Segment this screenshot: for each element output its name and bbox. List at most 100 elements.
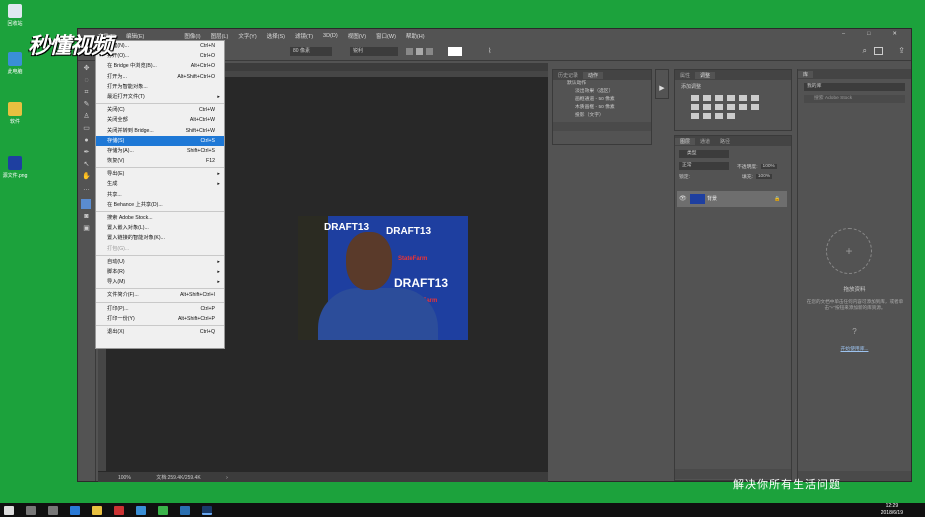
file-menu-item[interactable]: 自动(U) ▸	[96, 257, 224, 267]
file-menu-item[interactable]: 搜索 Adobe Stock...	[96, 213, 224, 223]
menu-edit[interactable]: 编辑(E)	[126, 32, 144, 40]
screen-mode-icon[interactable]: ▣	[82, 225, 92, 233]
menu-image[interactable]: 图像(I)	[184, 32, 200, 40]
align-center-icon[interactable]	[416, 48, 423, 55]
text-color-swatch[interactable]	[448, 47, 462, 56]
search-icon[interactable]: ⌕	[863, 46, 867, 56]
help-icon[interactable]: ?	[798, 327, 911, 336]
file-menu-item[interactable]: 导入(M) ▸	[96, 277, 224, 287]
foreground-color-swatch[interactable]	[81, 199, 91, 209]
threshold-icon[interactable]	[703, 113, 711, 119]
drop-area-plus-icon[interactable]: +	[826, 228, 872, 274]
action-set[interactable]: 默认动作	[553, 80, 651, 88]
action-item[interactable]: 投影（文字）	[553, 112, 651, 120]
menu-3d[interactable]: 3D(D)	[323, 33, 338, 39]
tab-history[interactable]: 历史记录	[553, 72, 583, 79]
file-menu-item[interactable]: 关闭并转到 Bridge... Shift+Ctrl+W	[96, 126, 224, 136]
levels-icon[interactable]	[703, 95, 711, 101]
tab-properties[interactable]: 属性	[675, 72, 695, 79]
file-menu-item[interactable]: 新建(N)... Ctrl+N	[96, 41, 224, 51]
file-menu-item[interactable]: 打开(O)... Ctrl+O	[96, 51, 224, 61]
tab-layers[interactable]: 图层	[675, 137, 696, 145]
selective-color-icon[interactable]	[727, 113, 735, 119]
pen-tool-icon[interactable]: ✒	[82, 149, 92, 157]
menu-view[interactable]: 视图(V)	[348, 32, 366, 40]
crop-tool-icon[interactable]: ⌗	[82, 89, 92, 97]
menu-filter[interactable]: 滤镜(T)	[295, 32, 313, 40]
close-icon[interactable]: ✕	[892, 31, 897, 37]
library-select[interactable]: 我的库	[804, 83, 905, 91]
library-link[interactable]: 开始使用库...	[798, 345, 911, 352]
invert-icon[interactable]	[751, 104, 759, 110]
warp-text-icon[interactable]: ⌇	[488, 47, 496, 56]
file-menu-item[interactable]: 关闭全部 Alt+Ctrl+W	[96, 115, 224, 125]
file-menu-item[interactable]: 最近打开文件(T) ▸	[96, 92, 224, 102]
stamp-tool-icon[interactable]: ♙	[82, 113, 92, 121]
vibrance-icon[interactable]	[739, 95, 747, 101]
library-search-input[interactable]: 搜索 Adobe Stock	[804, 95, 905, 103]
blend-mode-select[interactable]: 正常	[679, 162, 729, 170]
file-menu-item[interactable]: 打印(P)... Ctrl+P	[96, 304, 224, 314]
wechat-icon[interactable]	[158, 505, 168, 515]
file-menu-item[interactable]: 存储(S) Ctrl+S	[96, 135, 224, 146]
file-menu-item[interactable]: 打开为智能对象...	[96, 82, 224, 92]
lasso-tool-icon[interactable]: ◌	[82, 77, 92, 85]
layer-kind-filter[interactable]: 类型	[679, 150, 729, 158]
gradient-map-icon[interactable]	[715, 113, 723, 119]
tab-library[interactable]: 库	[798, 70, 814, 78]
desktop-icon-image[interactable]: 源文件.png	[2, 156, 28, 179]
share-icon[interactable]: ⇪	[898, 46, 905, 55]
file-menu-item[interactable]: 置入嵌入对象(L)...	[96, 223, 224, 233]
exposure-icon[interactable]	[727, 95, 735, 101]
start-icon[interactable]	[4, 505, 14, 515]
app-icon[interactable]	[114, 505, 124, 515]
hue-icon[interactable]	[751, 95, 759, 101]
opacity-field[interactable]: 100%	[760, 163, 777, 169]
play-icon[interactable]: ▶	[656, 84, 668, 92]
app2-icon[interactable]	[180, 505, 190, 515]
desktop-icon-computer[interactable]: 此电脑	[2, 52, 28, 75]
quick-mask-icon[interactable]: ◙	[82, 213, 92, 221]
tab-actions[interactable]: 动作	[583, 71, 604, 79]
menu-window[interactable]: 窗口(W)	[376, 32, 396, 40]
tab-paths[interactable]: 路径	[715, 138, 735, 145]
more-tools-icon[interactable]: …	[82, 185, 92, 193]
maximize-icon[interactable]: □	[867, 31, 870, 37]
align-right-icon[interactable]	[426, 48, 433, 55]
file-menu-item[interactable]: 打印一份(Y) Alt+Shift+Ctrl+P	[96, 314, 224, 324]
file-menu-item[interactable]: 文件简介(F)... Alt+Shift+Ctrl+I	[96, 290, 224, 300]
photoshop-taskbar-icon[interactable]	[202, 505, 212, 515]
action-item[interactable]: 淡出效果（选区）	[553, 88, 651, 96]
move-tool-icon[interactable]: ✥	[82, 65, 92, 73]
brightness-icon[interactable]	[691, 95, 699, 101]
desktop-icon-recycle-bin[interactable]: 回收站	[2, 4, 28, 27]
zoom-level[interactable]: 100%	[118, 475, 131, 481]
color-balance-icon[interactable]	[691, 104, 699, 110]
tab-channels[interactable]: 通道	[695, 138, 715, 145]
store-icon[interactable]	[136, 505, 146, 515]
visibility-eye-icon[interactable]: 👁	[679, 195, 687, 202]
file-menu-item[interactable]: 脚本(R) ▸	[96, 267, 224, 277]
posterize-icon[interactable]	[691, 113, 699, 119]
menu-help[interactable]: 帮助(H)	[406, 32, 425, 40]
file-menu-item[interactable]: 打开为... Alt+Shift+Ctrl+O	[96, 72, 224, 82]
action-item[interactable]: 画框通道 - 50 像素	[553, 96, 651, 104]
menu-layer[interactable]: 图层(L)	[211, 32, 229, 40]
workspace-icon[interactable]	[874, 47, 883, 55]
eraser-tool-icon[interactable]: ▭	[82, 125, 92, 133]
photo-filter-icon[interactable]	[715, 104, 723, 110]
lookup-icon[interactable]	[739, 104, 747, 110]
channel-mixer-icon[interactable]	[727, 104, 735, 110]
file-menu-item[interactable]: 共享...	[96, 190, 224, 200]
file-menu-item[interactable]: 在 Bridge 中浏览(B)... Alt+Ctrl+O	[96, 61, 224, 71]
fill-field[interactable]: 100%	[755, 174, 773, 179]
blur-tool-icon[interactable]: ●	[82, 137, 92, 145]
desktop-icon-folder[interactable]: 软件	[2, 102, 28, 125]
path-select-tool-icon[interactable]: ↖	[82, 161, 92, 169]
file-menu-item[interactable]: 存储为(A)... Shift+Ctrl+S	[96, 146, 224, 156]
explorer-icon[interactable]	[92, 505, 102, 515]
file-menu-item[interactable]: 导出(E) ▸	[96, 169, 224, 179]
file-menu-item[interactable]: 置入链接的智能对象(K)...	[96, 233, 224, 243]
bw-icon[interactable]	[703, 104, 711, 110]
search-taskbar-icon[interactable]	[26, 505, 36, 515]
